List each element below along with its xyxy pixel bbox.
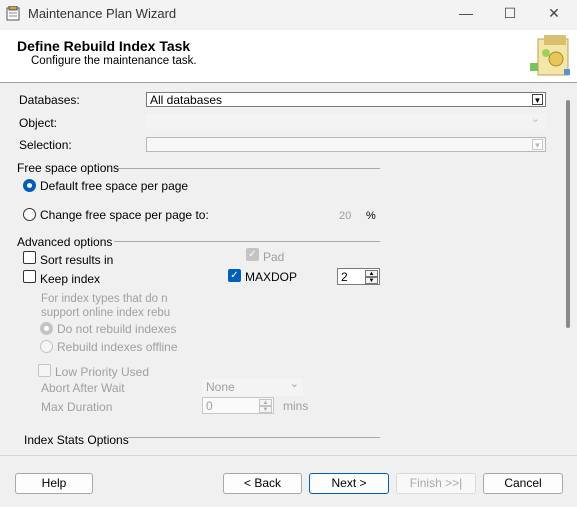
databases-value: All databases (150, 93, 223, 107)
low-priority-checkbox[interactable] (38, 364, 51, 377)
do-not-rebuild-radio[interactable] (40, 322, 53, 335)
app-icon (6, 5, 21, 21)
free-space-value[interactable]: 20 (339, 210, 351, 222)
index-stats-group-label: Index Stats Options (24, 433, 129, 447)
databases-select[interactable]: All databases ▼ (146, 92, 546, 107)
chevron-down-icon[interactable]: ▼ (532, 94, 543, 105)
selection-select[interactable]: ▼ (146, 137, 546, 152)
pad-checkbox[interactable]: ✓ (246, 248, 259, 261)
free-space-group-label: Free space options (17, 161, 120, 175)
max-duration-label: Max Duration (41, 400, 113, 414)
mins-label: mins (283, 399, 309, 413)
maxdop-checkbox[interactable]: ✓ (228, 269, 241, 282)
change-free-space-radio[interactable] (23, 208, 36, 221)
abort-after-wait-value: None (206, 380, 235, 394)
maxdop-label: MAXDOP (245, 270, 298, 284)
max-duration-value: 0 (206, 399, 213, 413)
do-not-rebuild-label: Do not rebuild indexes (57, 322, 177, 336)
back-button[interactable]: < Back (223, 473, 302, 494)
next-button[interactable]: Next > (309, 473, 389, 494)
spin-down-icon[interactable]: ▼ (365, 277, 378, 284)
sort-results-checkbox[interactable] (23, 251, 36, 264)
databases-label: Databases: (19, 93, 80, 107)
wizard-graphic-icon (528, 33, 576, 81)
low-priority-label: Low Priority Used (55, 365, 150, 379)
advanced-group-label: Advanced options (17, 235, 113, 249)
sort-results-label: Sort results in (40, 253, 114, 267)
spin-up-icon[interactable]: ▲ (365, 270, 378, 277)
scrollbar-thumb[interactable] (566, 100, 570, 328)
rebuild-offline-radio[interactable] (40, 340, 53, 353)
spin-down-icon[interactable]: ▼ (259, 406, 272, 413)
default-free-space-label: Default free space per page (40, 179, 189, 193)
window-title: Maintenance Plan Wizard (28, 6, 177, 21)
help-button[interactable]: Help (15, 473, 93, 494)
change-free-space-label: Change free space per page to: (40, 208, 209, 222)
online-note-line-2: support online index rebu (41, 307, 171, 319)
default-free-space-radio[interactable] (23, 179, 36, 192)
footer-divider (0, 455, 577, 456)
max-duration-stepper[interactable]: 0 ▲ ▼ (202, 397, 274, 414)
rebuild-offline-label: Rebuild indexes offline (57, 340, 178, 354)
page-title: Define Rebuild Index Task (17, 38, 191, 54)
maximize-button[interactable]: ☐ (487, 0, 533, 28)
cancel-button[interactable]: Cancel (483, 473, 563, 494)
chevron-down-icon: ▼ (532, 139, 543, 150)
keep-index-label: Keep index (40, 272, 101, 286)
group-divider (118, 168, 380, 169)
abort-after-wait-select[interactable]: None ⌄ (202, 378, 303, 396)
selection-label: Selection: (19, 138, 72, 152)
group-divider (114, 241, 380, 242)
chevron-down-icon: ⌄ (289, 378, 299, 390)
group-divider (128, 437, 380, 438)
percent-label: % (366, 210, 376, 222)
page-subtitle: Configure the maintenance task. (31, 55, 197, 67)
object-label: Object: (19, 116, 58, 130)
maxdop-stepper[interactable]: 2 ▲ ▼ (337, 268, 380, 285)
keep-index-checkbox[interactable] (23, 270, 36, 283)
abort-after-wait-label: Abort After Wait (41, 381, 125, 395)
minimize-button[interactable]: — (443, 0, 489, 28)
spin-up-icon[interactable]: ▲ (259, 399, 272, 406)
object-select[interactable]: ⌄ (146, 113, 546, 129)
online-note-line-1: For index types that do n (41, 293, 168, 305)
close-button[interactable]: ✕ (531, 0, 577, 28)
finish-button[interactable]: Finish >>| (396, 473, 476, 494)
clip-mask (0, 447, 560, 455)
chevron-down-icon: ⌄ (530, 113, 540, 125)
pad-label: Pad (263, 250, 285, 264)
maxdop-value: 2 (341, 270, 348, 284)
